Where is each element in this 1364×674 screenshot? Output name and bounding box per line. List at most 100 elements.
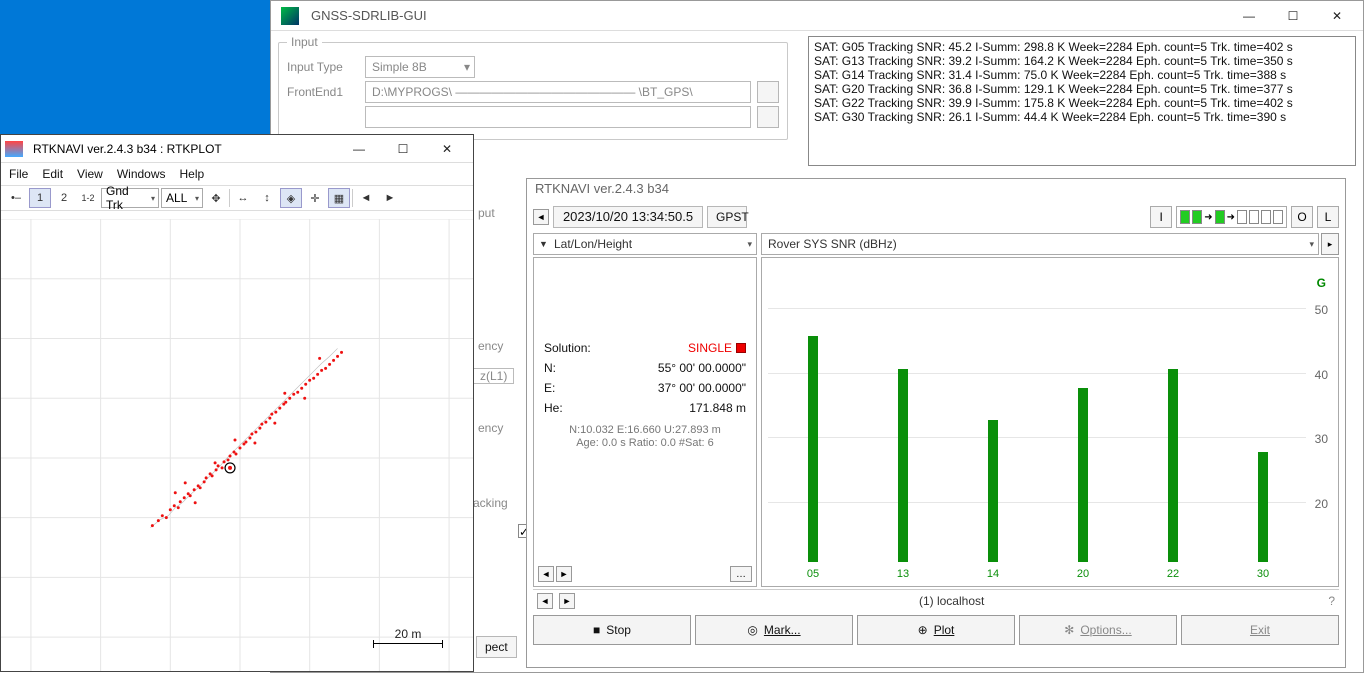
snr-bar-label: 22 — [1153, 568, 1193, 580]
log-line: SAT: G22 Tracking SNR: 39.9 I-Summ: 175.… — [814, 96, 1350, 110]
browse2-button[interactable] — [757, 106, 779, 128]
solution-panel: Solution: SINGLE N:55° 00' 00.0000" E:37… — [533, 257, 757, 587]
menu-help[interactable]: Help — [180, 167, 205, 181]
obscured-label: ency — [478, 339, 503, 353]
log-line: SAT: G05 Tracking SNR: 45.2 I-Summ: 298.… — [814, 40, 1350, 54]
snr-view-select[interactable]: Rover SYS SNR (dBHz) — [761, 233, 1319, 255]
menu-file[interactable]: File — [9, 167, 28, 181]
panel-options-button[interactable]: … — [730, 566, 752, 582]
close-button[interactable]: ✕ — [1315, 2, 1359, 30]
sol1-button[interactable]: 1 — [29, 188, 51, 208]
grid-icon[interactable]: ▦ — [328, 188, 350, 208]
sol12-button[interactable]: 1-2 — [77, 188, 99, 208]
window-title: GNSS-SDRLIB-GUI — [305, 8, 1227, 23]
solution-detail-2: Age: 0.0 s Ratio: 0.0 #Sat: 6 — [544, 437, 746, 450]
sol2-button[interactable]: 2 — [53, 188, 75, 208]
exit-button[interactable]: Exit — [1181, 615, 1339, 645]
sdrlib-titlebar[interactable]: GNSS-SDRLIB-GUI — ☐ ✕ — [271, 1, 1363, 31]
fix-center-icon[interactable]: ✛ — [304, 188, 326, 208]
frontend-path-field[interactable]: D:\MYPROGS\ ——————————————— \BT_GPS\ — [365, 81, 751, 103]
time-prev-button[interactable]: ◄ — [533, 209, 549, 225]
time-system-button[interactable]: GPST — [707, 206, 747, 228]
solution-format-select[interactable]: ▼ Lat/Lon/Height — [533, 233, 757, 255]
time-display[interactable]: 2023/10/20 13:34:50.5 — [553, 206, 703, 228]
tracking-log[interactable]: SAT: G05 Tracking SNR: 45.2 I-Summ: 298.… — [808, 36, 1356, 166]
status-next-button[interactable]: ► — [559, 593, 575, 609]
obscured-button[interactable]: pect — [476, 636, 517, 658]
input-group: Input Input Type Simple 8B ▾ FrontEnd1 D… — [278, 42, 788, 140]
qflag-select[interactable]: ALL — [161, 188, 203, 208]
status-prev-button[interactable]: ◄ — [537, 593, 553, 609]
panel-right-button[interactable]: ► — [556, 566, 572, 582]
fit-horiz-icon[interactable]: ↔ — [232, 188, 254, 208]
height-value: 171.848 m — [689, 401, 746, 415]
indicator-l[interactable]: L — [1317, 206, 1339, 228]
indicator-o[interactable]: O — [1291, 206, 1313, 228]
snr-bar — [1078, 388, 1088, 562]
snr-bar — [1168, 369, 1178, 562]
window-title: RTKNAVI ver.2.4.3 b34 : RTKPLOT — [27, 142, 337, 156]
target-icon: ◎ — [747, 623, 757, 637]
log-line: SAT: G30 Tracking SNR: 26.1 I-Summ: 44.4… — [814, 110, 1350, 124]
input-type-label: Input Type — [287, 60, 359, 74]
obscured-select[interactable]: z(L1) — [473, 366, 514, 386]
stream-proc — [1215, 210, 1225, 224]
maximize-button[interactable]: ☐ — [381, 135, 425, 163]
snr-bar-label: 30 — [1243, 568, 1283, 580]
options-button[interactable]: ✻Options... — [1019, 615, 1177, 645]
stop-icon: ■ — [593, 623, 600, 637]
log-line: SAT: G13 Tracking SNR: 39.2 I-Summ: 164.… — [814, 54, 1350, 68]
frontend2-path[interactable] — [365, 106, 751, 128]
obscured-label: acking — [473, 496, 508, 510]
play-back-icon[interactable]: ◄ — [355, 188, 377, 208]
stream-out-4 — [1273, 210, 1283, 224]
input-group-label: Input — [287, 35, 322, 49]
chevron-down-icon: ▼ — [539, 239, 548, 249]
app-icon — [281, 7, 299, 25]
browse-button[interactable] — [757, 81, 779, 103]
stop-button[interactable]: ■Stop — [533, 615, 691, 645]
center-icon[interactable]: ✥ — [205, 188, 227, 208]
minimize-button[interactable]: — — [337, 135, 381, 163]
stream-in-2 — [1192, 210, 1202, 224]
mark-button[interactable]: ◎Mark... — [695, 615, 853, 645]
obscured-label: put — [478, 206, 495, 220]
snr-bar — [988, 420, 998, 562]
minimize-button[interactable]: — — [1227, 2, 1271, 30]
menu-windows[interactable]: Windows — [117, 167, 166, 181]
rtkplot-window: RTKNAVI ver.2.4.3 b34 : RTKPLOT — ☐ ✕ Fi… — [0, 134, 474, 672]
status-square-icon — [736, 343, 746, 353]
log-line: SAT: G20 Tracking SNR: 36.8 I-Summ: 129.… — [814, 82, 1350, 96]
snr-bar — [1258, 452, 1268, 562]
panel-left-button[interactable]: ◄ — [538, 566, 554, 582]
desktop-background — [0, 0, 270, 140]
plot-type-select[interactable]: Gnd Trk — [101, 188, 159, 208]
scale-bar: 20 m — [373, 627, 443, 649]
input-type-select[interactable]: Simple 8B ▾ — [365, 56, 475, 78]
indicator-i[interactable]: I — [1150, 206, 1172, 228]
solution-status: SINGLE — [688, 341, 746, 355]
plot-button[interactable]: ⊕Plot — [857, 615, 1015, 645]
menu-edit[interactable]: Edit — [42, 167, 63, 181]
help-button[interactable]: ? — [1328, 594, 1335, 608]
lon-label: E: — [544, 381, 555, 395]
snr-bar-label: 14 — [973, 568, 1013, 580]
menu-view[interactable]: View — [77, 167, 103, 181]
snr-bar — [808, 336, 818, 562]
stream-out-2 — [1249, 210, 1259, 224]
ground-track-plot[interactable]: 20 m — [1, 219, 473, 671]
connect-button[interactable]: •– — [5, 188, 27, 208]
fit-vert-icon[interactable]: ↕ — [256, 188, 278, 208]
snr-bar-label: 05 — [793, 568, 833, 580]
rtkplot-titlebar[interactable]: RTKNAVI ver.2.4.3 b34 : RTKPLOT — ☐ ✕ — [1, 135, 473, 163]
maximize-button[interactable]: ☐ — [1271, 2, 1315, 30]
snr-expand-button[interactable]: ▸ — [1321, 233, 1339, 255]
snr-chart: 20304050 051314202230 — [768, 276, 1332, 580]
status-bar: ◄ ► (1) localhost ? — [533, 589, 1339, 611]
close-button[interactable]: ✕ — [425, 135, 469, 163]
lat-value: 55° 00' 00.0000" — [658, 361, 746, 375]
log-line: SAT: G14 Tracking SNR: 31.4 I-Summ: 75.0… — [814, 68, 1350, 82]
show-track-icon[interactable]: ◈ — [280, 188, 302, 208]
play-fwd-icon[interactable]: ► — [379, 188, 401, 208]
frontend-label: FrontEnd1 — [287, 85, 359, 99]
